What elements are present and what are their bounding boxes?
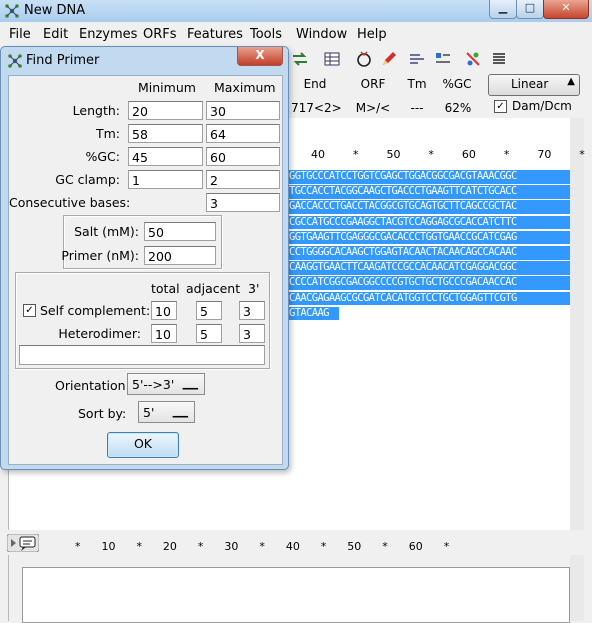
highlight-pen-icon[interactable]: [380, 50, 398, 68]
tm-value: ---: [410, 101, 424, 115]
dam-dcm-label: Dam/Dcm: [512, 99, 572, 113]
sort-by-label: Sort by:: [78, 406, 127, 421]
window-title: New DNA: [24, 3, 86, 18]
orf-header: ORF: [360, 77, 386, 91]
gc-value: 62%: [444, 101, 472, 115]
sequence-line[interactable]: TGCCACCTACGGCAAGCTGACCCTGAAGTTCATCTGCACC: [288, 185, 570, 199]
bottom-ruler: * 10 * 20 * 30 * 40 * 50 * 60 *: [75, 540, 450, 553]
maximum-header: Maximum: [214, 80, 276, 95]
sequence-line[interactable]: CCCCATCGGCGACGGCCCCGTGCTGCTGCCCGACAACCAC: [288, 276, 570, 290]
sequence-line[interactable]: CAACGAGAAGCGCGATCACATGGTCCTGCTGGAGTTCGTG: [288, 291, 570, 306]
sequence-line[interactable]: GACCACCCTGACCTACGGCGTGCAGTGCTTCAGCCGCTAC: [288, 200, 570, 214]
tm-min-input[interactable]: 58: [128, 124, 203, 143]
dropdown-icon: ▁▁: [182, 379, 198, 390]
minimize-button[interactable]: ▁: [489, 0, 517, 19]
sequence-line[interactable]: CAAGGTGAACTTCAAGATCCGCCACAACATCGAGGACGGC: [288, 261, 570, 275]
end-value: 717<2>: [291, 101, 342, 115]
sort-by-value: 5': [143, 405, 155, 420]
sequence-scrollbar[interactable]: [570, 118, 584, 530]
gc-min-input[interactable]: 45: [128, 147, 203, 166]
sequence-line[interactable]: GGTGAAGTTCGAGGGCGACACCCTGGTGAACCGCATCGAG: [288, 230, 570, 245]
maximize-button[interactable]: □: [516, 0, 544, 19]
features-icon[interactable]: [434, 50, 452, 68]
tm-label: Tm:: [95, 126, 120, 141]
dialog-close-button[interactable]: X: [237, 47, 283, 66]
comment-toggle-icon[interactable]: [7, 534, 39, 552]
end-header: End: [303, 77, 327, 91]
length-min-input[interactable]: 20: [128, 101, 203, 120]
plasmid-map-icon[interactable]: [355, 50, 373, 68]
topology-value: Linear: [511, 77, 549, 91]
dropdown-icon: ▁▁: [172, 407, 188, 418]
length-max-input[interactable]: 30: [206, 101, 280, 120]
salt-input[interactable]: 50: [144, 222, 216, 241]
tm-max-input[interactable]: 64: [206, 124, 280, 143]
heterodimer-3prime-input[interactable]: 3: [239, 324, 265, 343]
adjacent-header: adjacent: [186, 281, 241, 296]
primer-label: Primer (nM):: [61, 248, 139, 263]
tm-header: Tm: [407, 77, 427, 91]
sequence-line[interactable]: CGCCATGCCCGAAGGCTACGTCCAGGAGCGCACCATCTTC: [288, 215, 570, 230]
close-button[interactable]: ✕: [543, 0, 589, 19]
enzyme-cut-icon[interactable]: [464, 50, 482, 68]
self-complement-3prime-input[interactable]: 3: [239, 301, 265, 320]
total-header: total: [151, 281, 180, 296]
self-complement-label: Self complement:: [40, 303, 151, 318]
gc-clamp-max-input[interactable]: 2: [206, 170, 280, 189]
menu-tools[interactable]: Tools: [250, 27, 282, 42]
three-prime-header: 3': [248, 281, 260, 296]
gc-header: %GC: [442, 77, 472, 91]
heterodimer-total-input[interactable]: 10: [151, 324, 177, 343]
heterodimer-label: Heterodimer:: [58, 326, 141, 341]
minimum-header: Minimum: [138, 80, 196, 95]
list-lines-icon[interactable]: [490, 50, 508, 68]
gc-max-input[interactable]: 60: [206, 147, 280, 166]
sequence-arrows-icon[interactable]: [291, 50, 309, 68]
gc-clamp-min-input[interactable]: 1: [128, 170, 203, 189]
salt-label: Salt (mM):: [74, 224, 139, 239]
orientation-value: 5'-->3': [132, 377, 175, 392]
menu-window[interactable]: Window: [296, 27, 347, 42]
sort-by-select[interactable]: 5' ▁▁: [138, 401, 195, 423]
heterodimer-adjacent-input[interactable]: 5: [196, 324, 222, 343]
sequence-line[interactable]: CCTGGGGCACAAGCTGGAGTACAACTACAACAGCCACAAC: [288, 246, 570, 260]
orientation-select[interactable]: 5'-->3' ▁▁: [127, 373, 205, 395]
menu-orfs[interactable]: ORFs: [143, 27, 177, 42]
dam-dcm-checkbox[interactable]: ✓: [494, 100, 507, 113]
self-complement-checkbox[interactable]: ✓: [23, 304, 36, 317]
sequence-ruler: 40 * 50 * 60 * 70 *: [311, 148, 585, 161]
length-label: Length:: [72, 103, 120, 118]
comment-editor[interactable]: [22, 567, 570, 623]
app-dna-icon: [5, 4, 19, 18]
gc-label: %GC:: [85, 149, 120, 164]
menu-help[interactable]: Help: [357, 27, 387, 42]
menu-features[interactable]: Features: [187, 27, 243, 42]
heterodimer-sequence-input[interactable]: [19, 345, 265, 365]
dna-molecule-icon: [8, 54, 22, 68]
menu-file[interactable]: File: [9, 27, 31, 42]
self-complement-total-input[interactable]: 10: [151, 301, 177, 320]
self-complement-adjacent-input[interactable]: 5: [196, 301, 222, 320]
primer-input[interactable]: 200: [144, 246, 216, 265]
consecutive-bases-label: Consecutive bases:: [9, 195, 131, 210]
bottom-scrollbar[interactable]: [570, 555, 584, 621]
orientation-label: Orientation:: [55, 378, 130, 393]
ok-button[interactable]: OK: [107, 432, 179, 458]
topology-select[interactable]: Linear ▲: [488, 74, 580, 96]
menu-bar: File Edit Enzymes ORFs Features Tools Wi…: [0, 24, 592, 46]
menu-enzymes[interactable]: Enzymes: [79, 27, 137, 42]
orf-value: M>/<: [355, 101, 391, 115]
chevron-updown-icon: ▲: [567, 76, 575, 87]
sequence-line[interactable]: GTACAAG: [288, 306, 339, 321]
main-title-bar[interactable]: New DNA ▁ □ ✕: [0, 0, 592, 22]
sequence-line[interactable]: GGTGCCCATCCTGGTCGAGCTGGACGGCGACGTAAACGGC: [288, 170, 570, 184]
menu-edit[interactable]: Edit: [43, 27, 68, 42]
consecutive-bases-input[interactable]: 3: [206, 193, 280, 212]
table-view-icon[interactable]: [323, 50, 341, 68]
gc-clamp-label: GC clamp:: [55, 172, 120, 187]
orf-lines-icon[interactable]: [408, 50, 426, 68]
dialog-title: Find Primer: [26, 53, 100, 68]
